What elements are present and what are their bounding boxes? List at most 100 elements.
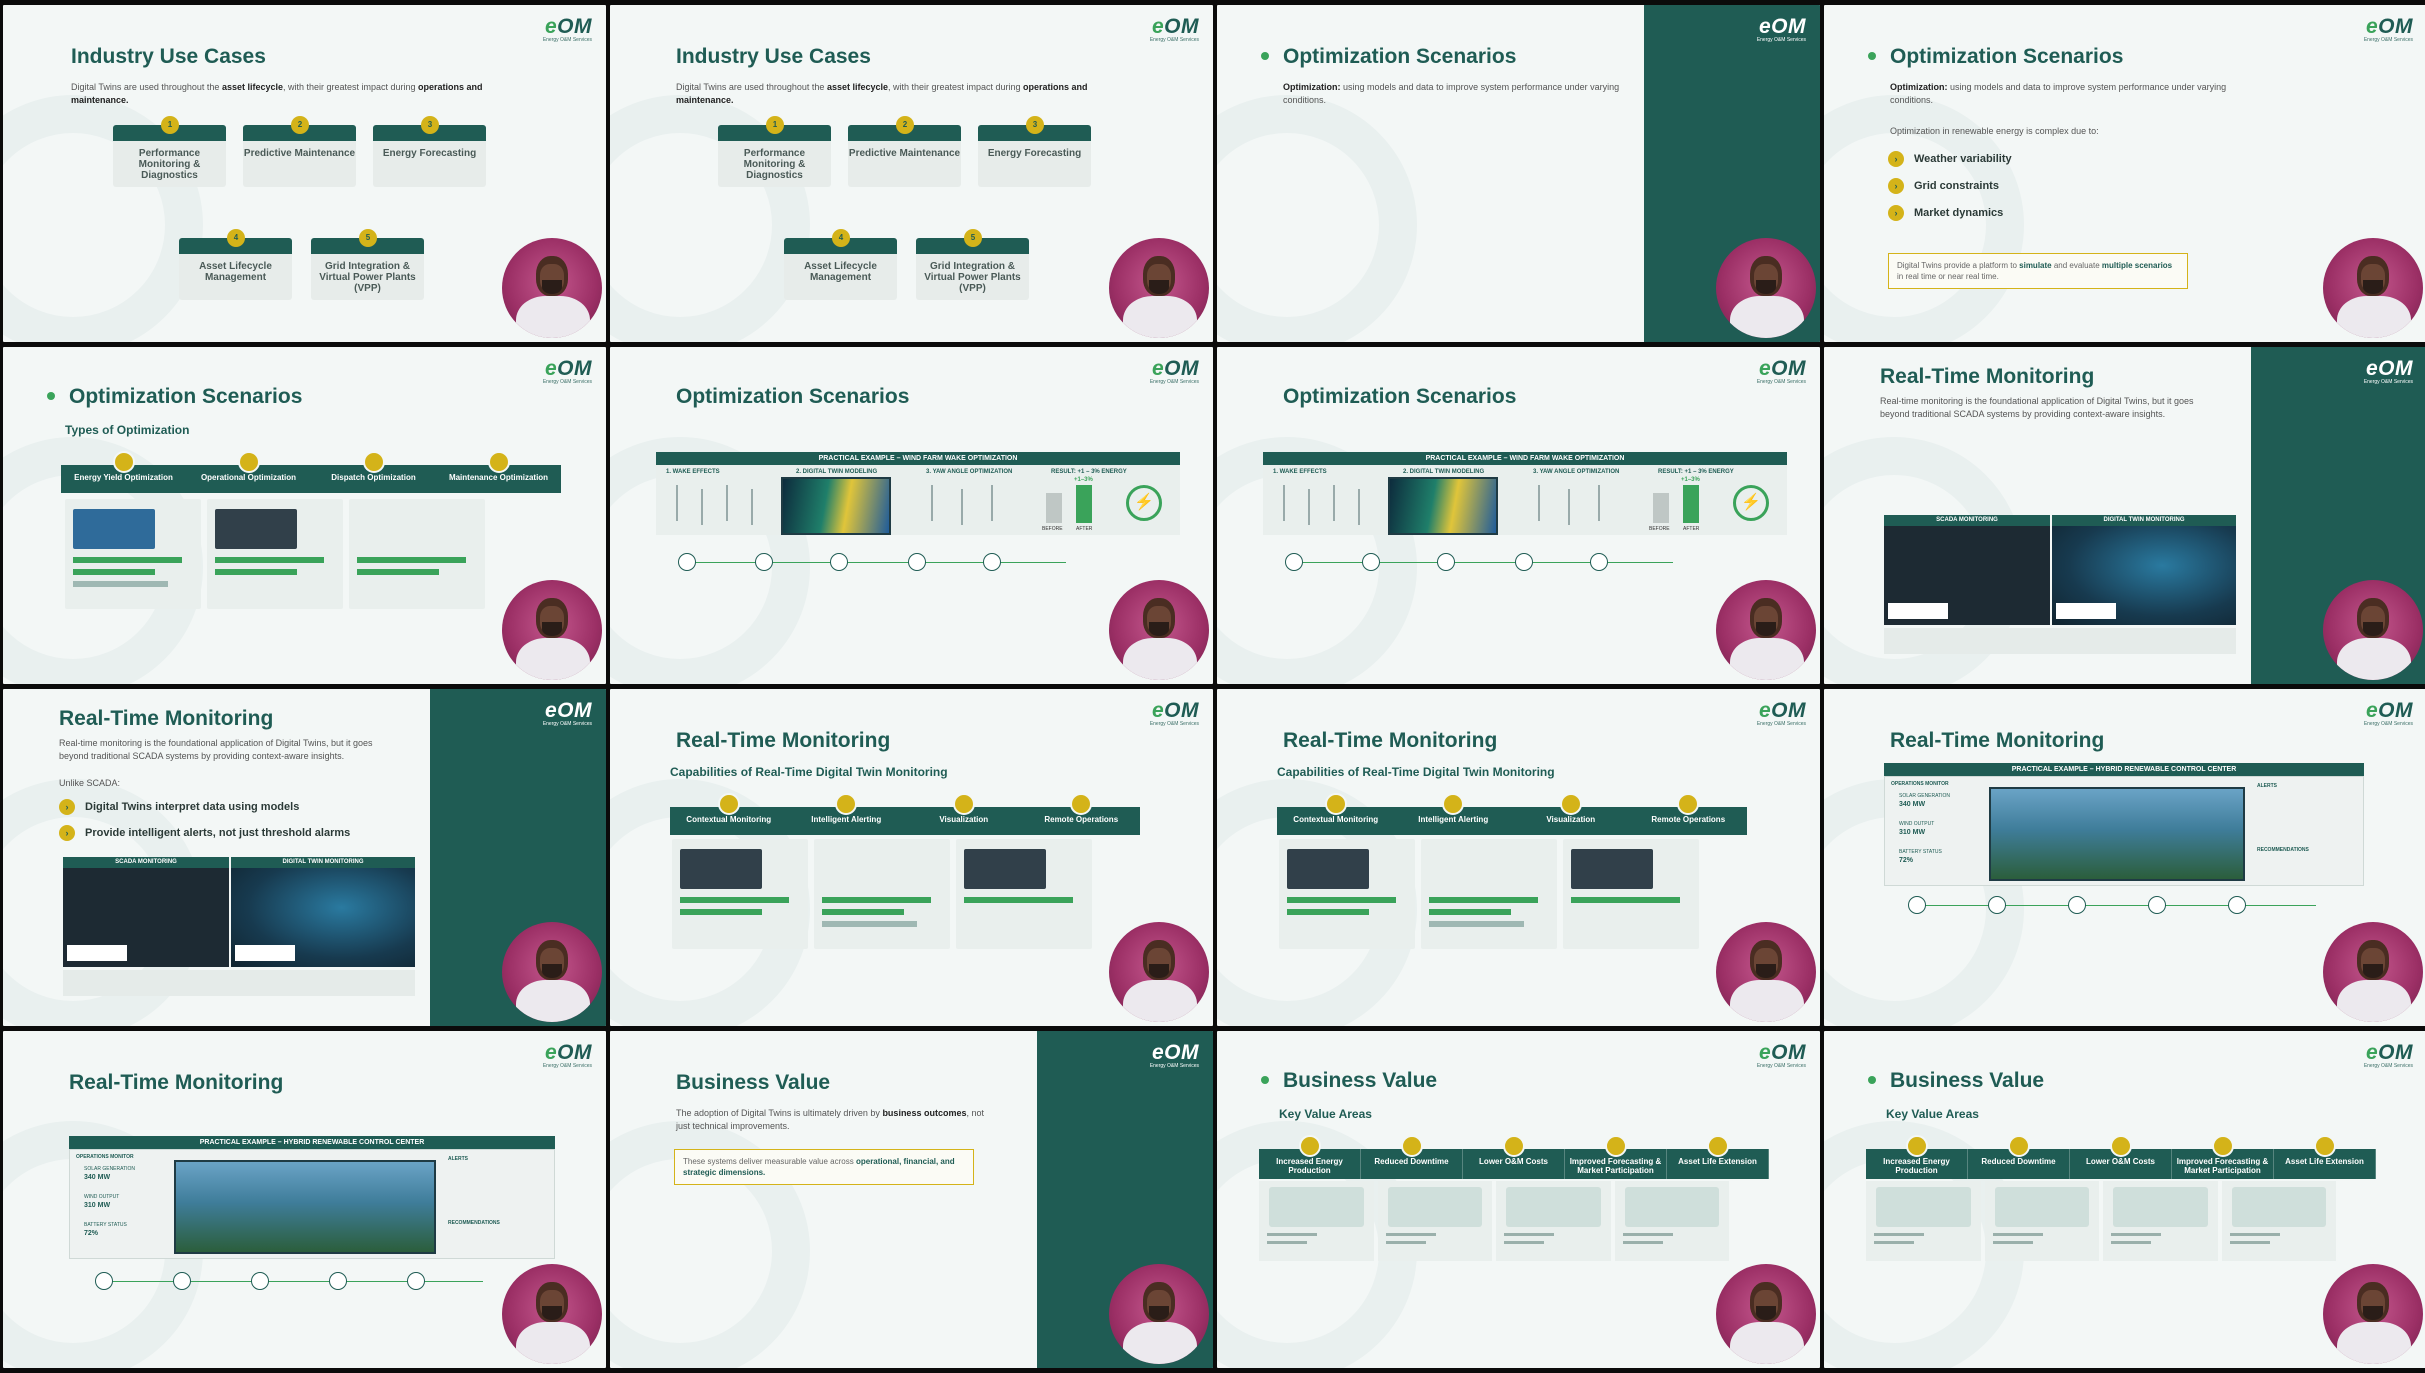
dispatch-chart-illustration — [349, 499, 485, 609]
capabilities-banner: Contextual Monitoring Intelligent Alerti… — [670, 793, 1140, 835]
slide-rtm-hybrid-2[interactable]: eOM Energy O&M Services Real-Time Monitor… — [3, 1031, 606, 1368]
slide-industry-use-cases-2[interactable]: eOM Energy O&M Services Industry Use Case… — [610, 5, 1213, 342]
slide-wake-optimization-2[interactable]: eOM Energy O&M Services Optimization Scen… — [1217, 347, 1820, 684]
slide-intro: Optimization: using models and data to i… — [1283, 81, 1643, 107]
logo-text: OM — [2378, 357, 2413, 380]
slide-rtm-capabilities-1[interactable]: eOM Energy O&M Services Real-Time Monitor… — [610, 689, 1213, 1026]
use-case-card: 2 Predictive Maintenance — [243, 116, 356, 187]
dashboard-illustration — [1563, 839, 1699, 949]
dispatch-icon — [362, 451, 385, 473]
wind-label: WIND OUTPUT — [1899, 821, 1935, 827]
battery-value: 72% — [1899, 857, 1914, 864]
digital-twin-panel: DIGITAL TWIN MONITORING — [2052, 515, 2236, 625]
lightning-icon — [1905, 1135, 1928, 1157]
card-label: Asset Lifecycle Management — [199, 261, 272, 283]
eom-logo: eOM Energy O&M Services — [1149, 15, 1199, 43]
bullet-text: Grid constraints — [1914, 179, 1999, 192]
capability-cell: Remote Operations — [1630, 793, 1748, 835]
slide-rtm-hybrid-1[interactable]: eOM Energy O&M Services Real-Time Monitor… — [1824, 689, 2425, 1026]
speaker-video — [2323, 580, 2423, 680]
shield-icon — [1706, 1135, 1729, 1157]
callout-text: and evaluate — [2051, 261, 2102, 270]
speaker-video — [1716, 238, 1816, 338]
slide-business-value-intro[interactable]: eOM Energy O&M Services Business Value Th… — [610, 1031, 1213, 1368]
eom-logo: eOM Energy O&M Services — [2363, 357, 2413, 385]
types-illustrations — [65, 499, 485, 609]
panel-heading: DIGITAL TWIN MONITORING — [2052, 515, 2236, 526]
logo-tagline: Energy O&M Services — [1756, 721, 1806, 727]
solar-wind-illustration — [65, 499, 201, 609]
alerts-label: ALERTS — [448, 1156, 468, 1162]
slide-title: Real-Time Monitoring — [69, 1071, 284, 1094]
slide-title: Optimization Scenarios — [1867, 45, 2124, 68]
slide-optimization-intro[interactable]: eOM Energy O&M Services Optimization Scen… — [1217, 5, 1820, 342]
slide-optimization-complexity[interactable]: eOM Energy O&M Services Optimization Scen… — [1824, 5, 2425, 342]
slide-rtm-intro[interactable]: eOM Energy O&M Services Real-Time Monitor… — [1824, 347, 2425, 684]
example-banner: PRACTICAL EXAMPLE – HYBRID RENEWABLE CON… — [69, 1136, 555, 1149]
flow-line — [1293, 562, 1673, 563]
slide-rtm-capabilities-2[interactable]: eOM Energy O&M Services Real-Time Monitor… — [1217, 689, 1820, 1026]
flow-node-icon — [1908, 896, 1926, 914]
logo-text: OM — [557, 357, 592, 380]
slide-business-value-areas-2[interactable]: eOM Energy O&M Services Business Value Ke… — [1824, 1031, 2425, 1368]
slide-wake-optimization-1[interactable]: eOM Energy O&M Services Optimization Scen… — [610, 347, 1213, 684]
capability-label: Visualization — [1546, 815, 1596, 824]
callout-text: in real time or near real time. — [1897, 272, 1999, 281]
value-card — [2103, 1181, 2218, 1261]
step-label: 2. DIGITAL TWIN MODELING — [796, 469, 878, 475]
value-area-label: Improved Forecasting & Market Participat… — [2176, 1157, 2269, 1175]
gain-label: +1–3% — [1074, 477, 1093, 483]
type-label: Maintenance Optimization — [448, 473, 549, 482]
energy-icon — [112, 451, 135, 473]
capability-label: Remote Operations — [1651, 815, 1726, 824]
use-case-card: 1 Performance Monitoring & Diagnostics — [718, 116, 831, 187]
intro-emphasis: business outcomes — [882, 1108, 967, 1118]
logo-text: OM — [1164, 357, 1199, 380]
after-bar — [1076, 485, 1092, 523]
slide-business-value-areas-1[interactable]: eOM Energy O&M Services Business Value Ke… — [1217, 1031, 1820, 1368]
flow-node-icon — [251, 1272, 269, 1290]
use-case-card: 4 Asset Lifecycle Management — [784, 229, 897, 300]
use-case-card: 2 Predictive Maintenance — [848, 116, 961, 187]
flow-node-icon — [1285, 553, 1303, 571]
turbine-icon — [961, 489, 963, 525]
type-cell: Dispatch Optimization — [311, 451, 436, 493]
scada-comparison: SCADA MONITORING DIGITAL TWIN MONITORING — [63, 857, 415, 967]
slide-industry-use-cases-1[interactable]: eOM Energy O&M Services Industry Use Case… — [3, 5, 606, 342]
slide-rtm-unlike-scada[interactable]: eOM Energy O&M Services Real-Time Monitor… — [3, 689, 606, 1026]
wind-value: 310 MW — [84, 1202, 111, 1209]
flow-node-icon — [983, 553, 1001, 571]
turbine-icon — [1333, 485, 1335, 521]
monitor-icon — [717, 793, 740, 815]
slide-title: Optimization Scenarios — [1260, 45, 1517, 68]
value-area-label: Increased Energy Production — [1883, 1157, 1950, 1175]
control-center-panel: OPERATIONS MONITOR SOLAR GENERATION 340 … — [69, 1149, 555, 1259]
intro-text: Digital Twins are used throughout the — [71, 82, 222, 92]
capability-label: Visualization — [939, 815, 989, 824]
speaker-video — [502, 580, 602, 680]
use-case-card: 1 Performance Monitoring & Diagnostics — [113, 116, 226, 187]
chart-icon — [1604, 1135, 1627, 1157]
capability-cell: Intelligent Alerting — [1395, 793, 1513, 835]
turbine-icon — [1568, 489, 1570, 525]
value-area-cell: Asset Life Extension — [2274, 1135, 2376, 1179]
logo-text: OM — [1771, 699, 1806, 722]
bullet-text: Market dynamics — [1914, 206, 2004, 219]
slide-title: Real-Time Monitoring — [676, 729, 891, 752]
card-number: 4 — [832, 229, 850, 247]
turbine-icon — [1308, 489, 1310, 525]
turbine-icon — [751, 489, 753, 525]
slide-optimization-types[interactable]: eOM Energy O&M Services Optimization Scen… — [3, 347, 606, 684]
logo-tagline: Energy O&M Services — [542, 1063, 592, 1069]
card-number: 3 — [421, 116, 439, 134]
panel-heading: DIGITAL TWIN MONITORING — [231, 857, 415, 868]
use-case-card: 5 Grid Integration & Virtual Power Plants… — [311, 229, 424, 300]
before-label: BEFORE — [1649, 526, 1670, 532]
wrench-icon — [487, 451, 510, 473]
callout-emphasis: simulate — [2019, 261, 2052, 270]
eom-logo: eOM Energy O&M Services — [542, 699, 592, 727]
flow-node-icon — [95, 1272, 113, 1290]
speaker-video — [502, 238, 602, 338]
bullet-item: › Provide intelligent alerts, not just th… — [59, 825, 350, 841]
logo-tagline: Energy O&M Services — [1149, 379, 1199, 385]
